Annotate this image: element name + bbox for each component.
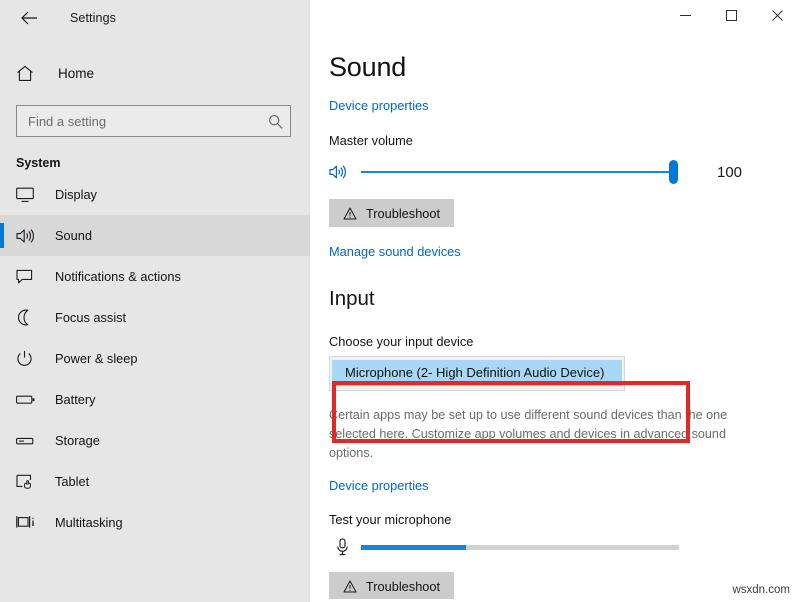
input-troubleshoot-label: Troubleshoot (366, 579, 440, 594)
input-description-text: Certain apps may be set up to use differ… (329, 406, 749, 463)
sidebar-item-display-label: Display (55, 187, 97, 202)
title-bar: Settings (0, 0, 800, 36)
sidebar-item-multitasking-label: Multitasking (55, 515, 123, 530)
sidebar-group-title: System (0, 137, 310, 174)
input-device-selected-option[interactable]: Microphone (2- High Definition Audio Dev… (332, 360, 622, 386)
search-icon[interactable] (266, 114, 284, 129)
monitor-icon (16, 187, 44, 203)
sidebar-item-sound[interactable]: Sound (0, 215, 310, 256)
master-volume-thumb[interactable] (669, 160, 678, 184)
sidebar-item-focus-assist-label: Focus assist (55, 310, 126, 325)
sidebar-item-power-sleep[interactable]: Power & sleep (0, 338, 310, 379)
tablet-hand-icon (16, 474, 44, 490)
warning-triangle-icon (343, 207, 357, 220)
sidebar-item-battery-label: Battery (55, 392, 96, 407)
speaker-icon (329, 164, 355, 180)
master-volume-slider[interactable] (361, 171, 675, 173)
close-icon (772, 10, 783, 21)
master-volume-value: 100 (717, 164, 742, 181)
sidebar-item-storage-label: Storage (55, 433, 100, 448)
input-device-dropdown[interactable]: Microphone (2- High Definition Audio Dev… (329, 356, 625, 391)
search-box[interactable] (16, 105, 291, 137)
back-button[interactable] (14, 3, 44, 33)
sidebar-item-tablet-label: Tablet (55, 474, 89, 489)
test-microphone-label: Test your microphone (329, 512, 800, 527)
output-troubleshoot-button[interactable]: Troubleshoot (329, 199, 454, 227)
sidebar-item-tablet[interactable]: Tablet (0, 461, 310, 502)
maximize-button[interactable] (708, 0, 754, 30)
chat-bubble-icon (16, 269, 44, 285)
warning-triangle-icon (343, 580, 357, 593)
sidebar-item-home-label: Home (58, 66, 94, 81)
power-icon (16, 350, 44, 367)
master-volume-label: Master volume (329, 133, 800, 148)
settings-window: Settings (0, 0, 800, 602)
title-bar-left: Settings (0, 0, 310, 36)
search-input[interactable] (28, 114, 266, 129)
watermark: wsxdn.com (732, 584, 790, 596)
sidebar-item-power-sleep-label: Power & sleep (55, 351, 138, 366)
sidebar-item-notifications-label: Notifications & actions (55, 269, 181, 284)
input-device-group: Choose your input device Microphone (2- … (329, 334, 800, 600)
speaker-icon (16, 228, 44, 244)
microphone-level-meter (361, 545, 679, 550)
multitasking-icon (16, 515, 44, 531)
sidebar: Home System Display (0, 36, 310, 602)
home-icon (16, 65, 46, 82)
input-section-heading: Input (329, 287, 800, 311)
microphone-level-fill (361, 545, 466, 550)
battery-icon (16, 393, 44, 406)
choose-input-device-label: Choose your input device (329, 334, 800, 349)
microphone-level-row (329, 534, 800, 560)
window-controls (310, 0, 800, 36)
master-volume-slider-row: 100 (329, 158, 800, 186)
minimize-icon (680, 10, 691, 21)
sidebar-item-notifications[interactable]: Notifications & actions (0, 256, 310, 297)
input-device-properties-link[interactable]: Device properties (329, 478, 429, 493)
sidebar-item-storage[interactable]: Storage (0, 420, 310, 461)
close-button[interactable] (754, 0, 800, 30)
page-title: Sound (329, 52, 800, 83)
sidebar-item-sound-label: Sound (55, 228, 92, 243)
output-device-properties-link[interactable]: Device properties (329, 98, 429, 113)
app-title: Settings (70, 11, 116, 25)
output-troubleshoot-label: Troubleshoot (366, 206, 440, 221)
manage-sound-devices-link[interactable]: Manage sound devices (329, 244, 461, 259)
minimize-button[interactable] (662, 0, 708, 30)
sidebar-item-display[interactable]: Display (0, 174, 310, 215)
back-arrow-icon (21, 11, 38, 25)
input-troubleshoot-button[interactable]: Troubleshoot (329, 572, 454, 600)
sidebar-item-multitasking[interactable]: Multitasking (0, 502, 310, 543)
main-content: Sound Device properties Master volume 10… (310, 36, 800, 602)
sidebar-item-home[interactable]: Home (0, 53, 310, 93)
maximize-icon (726, 10, 737, 21)
sidebar-item-battery[interactable]: Battery (0, 379, 310, 420)
drive-icon (16, 435, 44, 447)
sidebar-item-focus-assist[interactable]: Focus assist (0, 297, 310, 338)
moon-icon (16, 309, 44, 326)
microphone-icon (329, 538, 355, 556)
